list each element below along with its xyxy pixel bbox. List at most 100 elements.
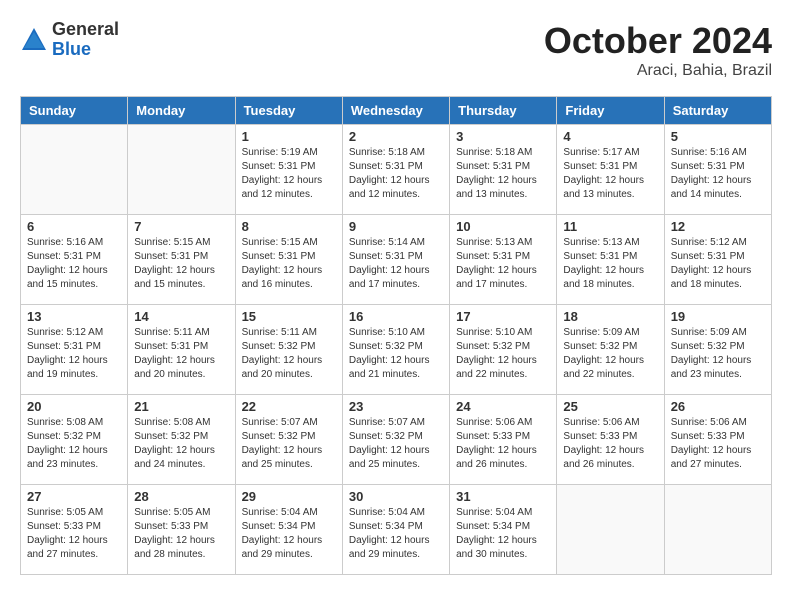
table-row: 20 Sunrise: 5:08 AM Sunset: 5:32 PM Dayli… — [21, 395, 128, 485]
day-number: 27 — [27, 489, 121, 504]
day-detail: Sunrise: 5:04 AM Sunset: 5:34 PM Dayligh… — [349, 506, 443, 562]
day-detail: Sunrise: 5:18 AM Sunset: 5:31 PM Dayligh… — [456, 146, 550, 202]
day-number: 5 — [671, 129, 765, 144]
col-tuesday: Tuesday — [235, 97, 342, 125]
day-detail: Sunrise: 5:16 AM Sunset: 5:31 PM Dayligh… — [671, 146, 765, 202]
day-number: 6 — [27, 219, 121, 234]
col-saturday: Saturday — [664, 97, 771, 125]
day-detail: Sunrise: 5:10 AM Sunset: 5:32 PM Dayligh… — [349, 326, 443, 382]
day-detail: Sunrise: 5:13 AM Sunset: 5:31 PM Dayligh… — [563, 236, 657, 292]
table-row: 28 Sunrise: 5:05 AM Sunset: 5:33 PM Dayli… — [128, 485, 235, 575]
day-detail: Sunrise: 5:16 AM Sunset: 5:31 PM Dayligh… — [27, 236, 121, 292]
day-number: 12 — [671, 219, 765, 234]
table-row: 10 Sunrise: 5:13 AM Sunset: 5:31 PM Dayli… — [450, 215, 557, 305]
col-wednesday: Wednesday — [342, 97, 449, 125]
day-detail: Sunrise: 5:06 AM Sunset: 5:33 PM Dayligh… — [563, 416, 657, 472]
day-detail: Sunrise: 5:04 AM Sunset: 5:34 PM Dayligh… — [456, 506, 550, 562]
day-number: 14 — [134, 309, 228, 324]
col-thursday: Thursday — [450, 97, 557, 125]
day-detail: Sunrise: 5:12 AM Sunset: 5:31 PM Dayligh… — [27, 326, 121, 382]
calendar-week-row: 20 Sunrise: 5:08 AM Sunset: 5:32 PM Dayli… — [21, 395, 772, 485]
day-number: 2 — [349, 129, 443, 144]
day-detail: Sunrise: 5:09 AM Sunset: 5:32 PM Dayligh… — [671, 326, 765, 382]
table-row: 7Sunrise: 5:15 AM Sunset: 5:31 PM Daylig… — [128, 215, 235, 305]
day-detail: Sunrise: 5:04 AM Sunset: 5:34 PM Dayligh… — [242, 506, 336, 562]
day-number: 25 — [563, 399, 657, 414]
table-row: 30 Sunrise: 5:04 AM Sunset: 5:34 PM Dayli… — [342, 485, 449, 575]
day-detail: Sunrise: 5:07 AM Sunset: 5:32 PM Dayligh… — [349, 416, 443, 472]
table-row: 25 Sunrise: 5:06 AM Sunset: 5:33 PM Dayli… — [557, 395, 664, 485]
table-row: 6 Sunrise: 5:16 AM Sunset: 5:31 PM Daylig… — [21, 215, 128, 305]
day-detail: Sunrise: 5:08 AM Sunset: 5:32 PM Dayligh… — [27, 416, 121, 472]
day-number: 24 — [456, 399, 550, 414]
day-number: 30 — [349, 489, 443, 504]
day-detail: Sunrise: 5:08 AM Sunset: 5:32 PM Dayligh… — [134, 416, 228, 472]
day-detail: Sunrise: 5:05 AM Sunset: 5:33 PM Dayligh… — [27, 506, 121, 562]
day-detail: Sunrise: 5:12 AM Sunset: 5:31 PM Dayligh… — [671, 236, 765, 292]
table-row: 19 Sunrise: 5:09 AM Sunset: 5:32 PM Dayli… — [664, 305, 771, 395]
table-row: 22 Sunrise: 5:07 AM Sunset: 5:32 PM Dayli… — [235, 395, 342, 485]
table-row: 13 Sunrise: 5:12 AM Sunset: 5:31 PM Dayli… — [21, 305, 128, 395]
day-number: 11 — [563, 219, 657, 234]
table-row: 5 Sunrise: 5:16 AM Sunset: 5:31 PM Daylig… — [664, 125, 771, 215]
table-row: 2 Sunrise: 5:18 AM Sunset: 5:31 PM Daylig… — [342, 125, 449, 215]
day-number: 3 — [456, 129, 550, 144]
col-sunday: Sunday — [21, 97, 128, 125]
day-detail: Sunrise: 5:11 AM Sunset: 5:31 PM Dayligh… — [134, 326, 228, 382]
day-detail: Sunrise: 5:05 AM Sunset: 5:33 PM Dayligh… — [134, 506, 228, 562]
day-number: 23 — [349, 399, 443, 414]
table-row: 27 Sunrise: 5:05 AM Sunset: 5:33 PM Dayli… — [21, 485, 128, 575]
day-number: 4 — [563, 129, 657, 144]
day-number: 21 — [134, 399, 228, 414]
day-number: 26 — [671, 399, 765, 414]
table-row: 21 Sunrise: 5:08 AM Sunset: 5:32 PM Dayli… — [128, 395, 235, 485]
calendar-week-row: 6 Sunrise: 5:16 AM Sunset: 5:31 PM Daylig… — [21, 215, 772, 305]
table-row: 9 Sunrise: 5:14 AM Sunset: 5:31 PM Daylig… — [342, 215, 449, 305]
day-number: 9 — [349, 219, 443, 234]
table-row: 8Sunrise: 5:15 AM Sunset: 5:31 PM Daylig… — [235, 215, 342, 305]
day-number: 22 — [242, 399, 336, 414]
table-row: 11 Sunrise: 5:13 AM Sunset: 5:31 PM Dayli… — [557, 215, 664, 305]
table-row: 29Sunrise: 5:04 AM Sunset: 5:34 PM Dayli… — [235, 485, 342, 575]
day-detail: Sunrise: 5:06 AM Sunset: 5:33 PM Dayligh… — [671, 416, 765, 472]
table-row: 15Sunrise: 5:11 AM Sunset: 5:32 PM Dayli… — [235, 305, 342, 395]
day-detail: Sunrise: 5:13 AM Sunset: 5:31 PM Dayligh… — [456, 236, 550, 292]
logo: General Blue — [20, 20, 119, 60]
day-number: 28 — [134, 489, 228, 504]
table-row — [21, 125, 128, 215]
calendar-week-row: 13 Sunrise: 5:12 AM Sunset: 5:31 PM Dayli… — [21, 305, 772, 395]
table-row — [128, 125, 235, 215]
table-row: 4 Sunrise: 5:17 AM Sunset: 5:31 PM Daylig… — [557, 125, 664, 215]
table-row: 18Sunrise: 5:09 AM Sunset: 5:32 PM Dayli… — [557, 305, 664, 395]
day-detail: Sunrise: 5:18 AM Sunset: 5:31 PM Dayligh… — [349, 146, 443, 202]
day-number: 19 — [671, 309, 765, 324]
day-number: 10 — [456, 219, 550, 234]
day-number: 31 — [456, 489, 550, 504]
table-row: 26 Sunrise: 5:06 AM Sunset: 5:33 PM Dayli… — [664, 395, 771, 485]
table-row: 1Sunrise: 5:19 AM Sunset: 5:31 PM Daylig… — [235, 125, 342, 215]
table-row: 14 Sunrise: 5:11 AM Sunset: 5:31 PM Dayli… — [128, 305, 235, 395]
table-row: 16Sunrise: 5:10 AM Sunset: 5:32 PM Dayli… — [342, 305, 449, 395]
page-header: General Blue October 2024 Araci, Bahia, … — [20, 20, 772, 80]
day-detail: Sunrise: 5:07 AM Sunset: 5:32 PM Dayligh… — [242, 416, 336, 472]
location-title: Araci, Bahia, Brazil — [544, 62, 772, 80]
table-row — [557, 485, 664, 575]
table-row: 24Sunrise: 5:06 AM Sunset: 5:33 PM Dayli… — [450, 395, 557, 485]
day-detail: Sunrise: 5:14 AM Sunset: 5:31 PM Dayligh… — [349, 236, 443, 292]
day-number: 20 — [27, 399, 121, 414]
table-row: 12 Sunrise: 5:12 AM Sunset: 5:31 PM Dayli… — [664, 215, 771, 305]
month-title: October 2024 — [544, 20, 772, 62]
calendar-week-row: 1Sunrise: 5:19 AM Sunset: 5:31 PM Daylig… — [21, 125, 772, 215]
table-row: 23 Sunrise: 5:07 AM Sunset: 5:32 PM Dayli… — [342, 395, 449, 485]
calendar-header-row: Sunday Monday Tuesday Wednesday Thursday… — [21, 97, 772, 125]
logo-icon — [20, 26, 48, 54]
day-number: 18 — [563, 309, 657, 324]
calendar-table: Sunday Monday Tuesday Wednesday Thursday… — [20, 96, 772, 575]
day-detail: Sunrise: 5:15 AM Sunset: 5:31 PM Dayligh… — [134, 236, 228, 292]
day-detail: Sunrise: 5:11 AM Sunset: 5:32 PM Dayligh… — [242, 326, 336, 382]
table-row: 3 Sunrise: 5:18 AM Sunset: 5:31 PM Daylig… — [450, 125, 557, 215]
title-block: October 2024 Araci, Bahia, Brazil — [544, 20, 772, 80]
day-detail: Sunrise: 5:19 AM Sunset: 5:31 PM Dayligh… — [242, 146, 336, 202]
day-number: 13 — [27, 309, 121, 324]
day-detail: Sunrise: 5:17 AM Sunset: 5:31 PM Dayligh… — [563, 146, 657, 202]
